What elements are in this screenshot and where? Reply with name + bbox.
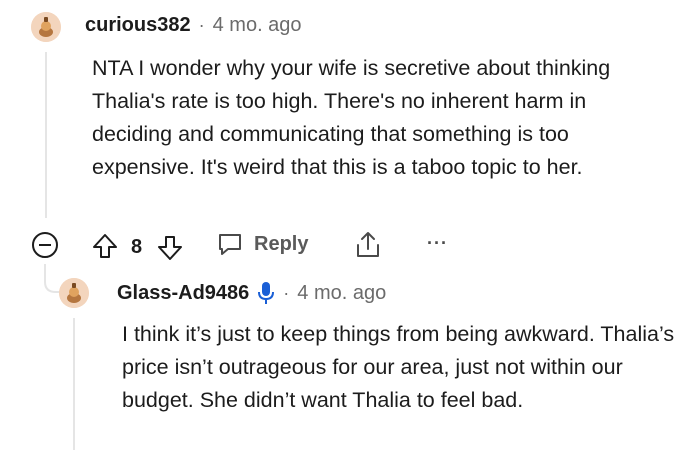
username[interactable]: curious382	[85, 14, 191, 37]
separator-dot: ·	[283, 282, 290, 303]
timestamp[interactable]: 4 mo. ago	[213, 14, 302, 37]
comment-body: NTA I wonder why your wife is secretive …	[92, 56, 611, 179]
vote-count: 8	[131, 236, 143, 258]
timestamp[interactable]: 4 mo. ago	[297, 282, 386, 305]
thread-line[interactable]	[73, 318, 75, 450]
minus-circle-icon[interactable]	[31, 231, 59, 259]
avatar-icon	[59, 278, 89, 308]
arrow-up-icon[interactable]	[92, 233, 118, 259]
microphone-icon	[257, 281, 275, 305]
username[interactable]: Glass-Ad9486	[117, 282, 249, 305]
arrow-down-icon[interactable]	[157, 235, 183, 261]
comment-header: Glass-Ad9486 · 4 mo. ago	[117, 281, 386, 305]
avatar-icon	[31, 12, 61, 42]
comment-body: I think it’s just to keep things from be…	[122, 322, 675, 412]
reply-label: Reply	[254, 232, 309, 255]
share-icon[interactable]	[354, 230, 382, 260]
reply-button[interactable]: Reply	[216, 230, 308, 258]
speech-bubble-icon	[216, 230, 244, 258]
comment-header: curious382 · 4 mo. ago	[85, 14, 302, 37]
more-options-button[interactable]: ···	[427, 233, 448, 254]
thread-line[interactable]	[45, 52, 47, 218]
separator-dot: ·	[198, 15, 205, 35]
